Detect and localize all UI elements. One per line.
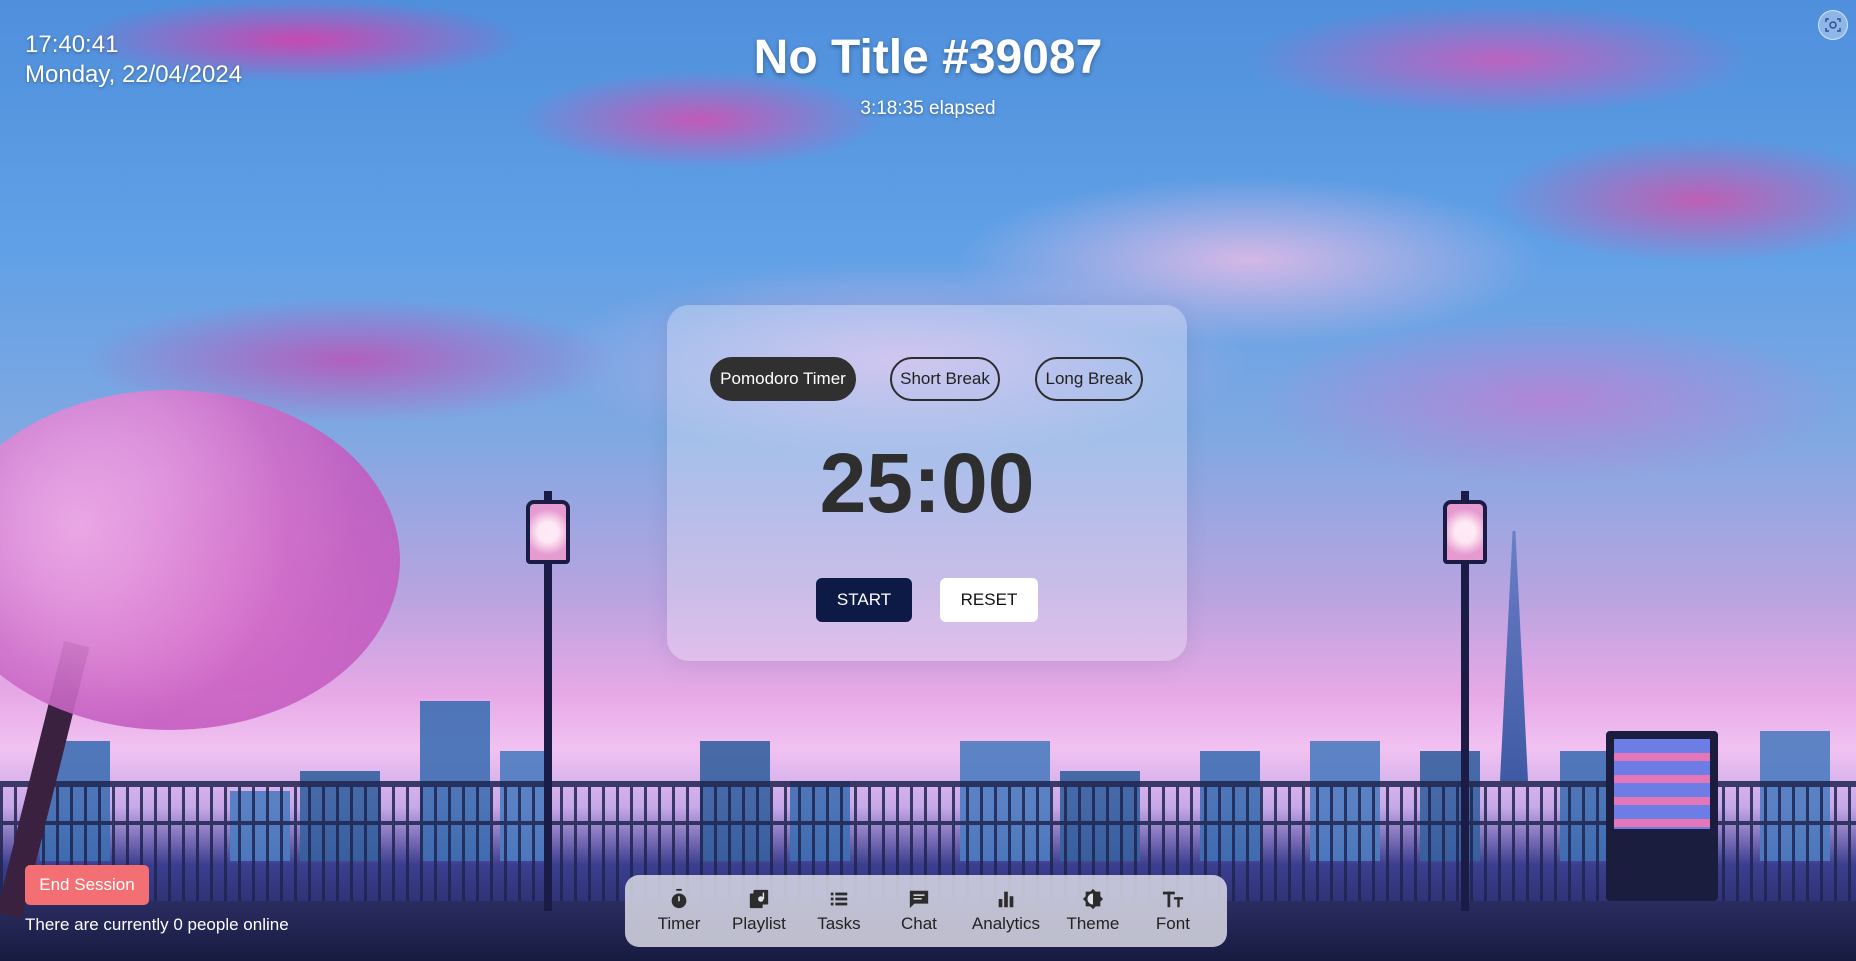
start-button[interactable]: START xyxy=(816,578,912,622)
mode-short-break-button[interactable]: Short Break xyxy=(890,357,1000,401)
mode-pomodoro-button[interactable]: Pomodoro Timer xyxy=(710,357,856,401)
dock-item-analytics[interactable]: Analytics xyxy=(972,888,1040,934)
theme-icon xyxy=(1082,888,1104,910)
dock-item-chat[interactable]: Chat xyxy=(892,888,946,934)
elapsed-time: 3:18:35 elapsed xyxy=(860,98,996,119)
dock-item-font[interactable]: Font xyxy=(1146,888,1200,934)
camera-scan-button[interactable] xyxy=(1818,10,1848,40)
lamp-head xyxy=(526,500,570,564)
list-icon xyxy=(830,892,848,906)
dock-item-label: Font xyxy=(1155,914,1190,933)
end-session-button[interactable]: End Session xyxy=(25,865,149,905)
reset-button[interactable]: RESET xyxy=(940,578,1038,622)
dock-item-label: Playlist xyxy=(732,914,786,933)
dock-item-label: Timer xyxy=(657,914,701,933)
camera-scan-icon xyxy=(1825,18,1841,32)
lamp-head xyxy=(1443,500,1487,564)
dock-item-timer[interactable]: Timer xyxy=(652,888,706,934)
online-count: There are currently 0 people online xyxy=(25,915,289,934)
font-size-icon xyxy=(1162,891,1184,908)
dock-item-label: Tasks xyxy=(817,914,861,933)
stopwatch-icon xyxy=(671,888,687,909)
vending-machine xyxy=(1606,731,1718,901)
dock-item-label: Theme xyxy=(1066,914,1120,933)
dock-item-playlist[interactable]: Playlist xyxy=(732,888,786,934)
bottom-dock: Timer Playlist Tasks Chat Analytics Them… xyxy=(625,875,1227,947)
dock-item-label: Analytics xyxy=(971,914,1040,933)
session-title[interactable]: No Title #39087 xyxy=(0,30,1856,85)
dock-item-theme[interactable]: Theme xyxy=(1066,888,1120,934)
bar-chart-icon xyxy=(998,891,1014,908)
playlist-icon xyxy=(749,889,769,909)
mode-long-break-button[interactable]: Long Break xyxy=(1035,357,1143,401)
dock-item-label: Chat xyxy=(900,914,937,933)
chat-icon xyxy=(909,890,929,909)
timer-display: 25:00 xyxy=(819,436,1035,530)
timer-card: Pomodoro Timer Short Break Long Break 25… xyxy=(667,305,1187,661)
dock-item-tasks[interactable]: Tasks xyxy=(812,888,866,934)
vending-display xyxy=(1614,739,1710,829)
